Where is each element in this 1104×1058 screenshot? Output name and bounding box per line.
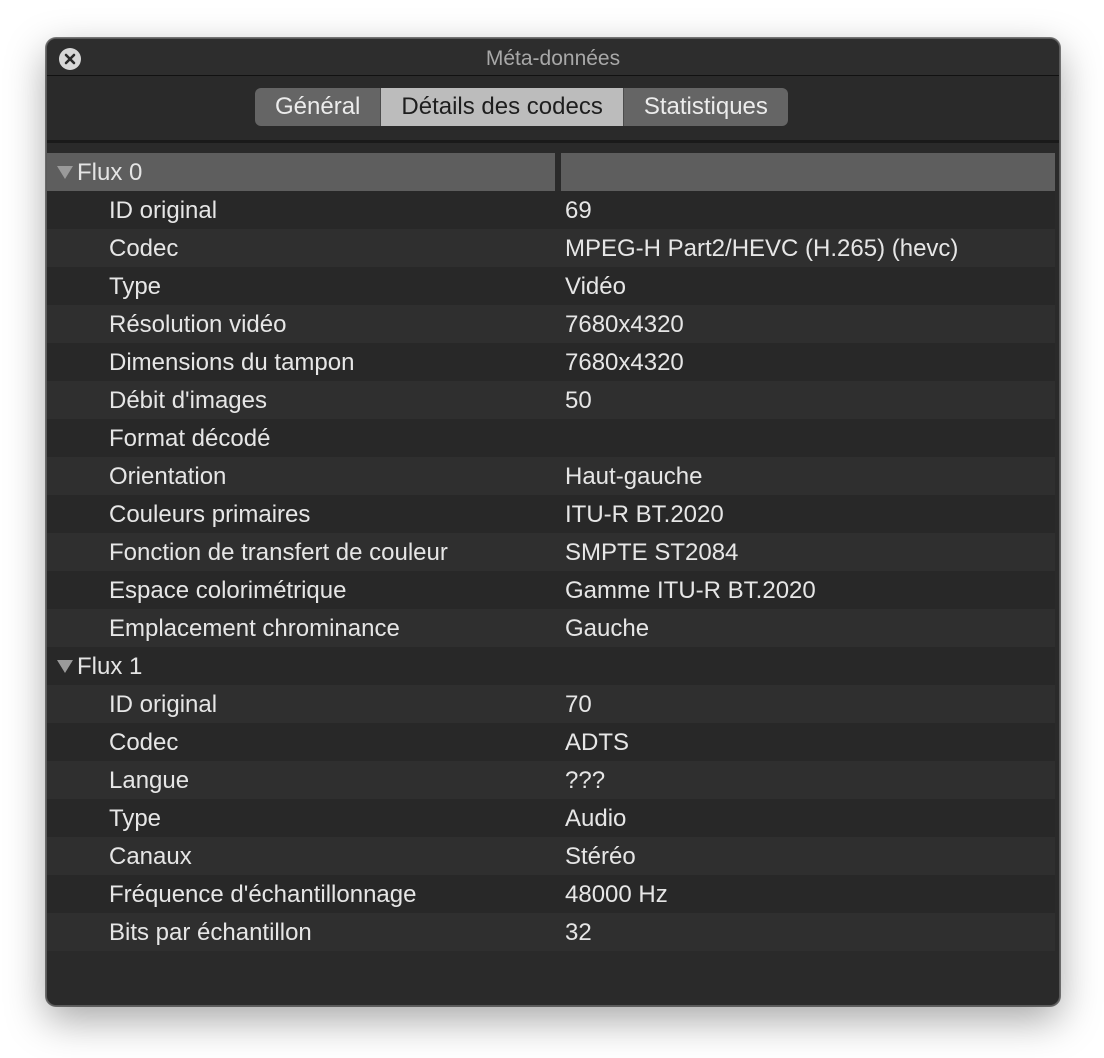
metadata-row[interactable]: Fonction de transfert de couleur SMPTE ST… — [47, 533, 1055, 571]
metadata-value: Vidéo — [565, 273, 626, 300]
metadata-value: Haut-gauche — [565, 463, 703, 490]
metadata-value: Gamme ITU-R BT.2020 — [565, 577, 816, 604]
metadata-key: Débit d'images — [109, 387, 267, 414]
metadata-key: Type — [109, 273, 162, 300]
metadata-value: Stéréo — [565, 843, 636, 870]
metadata-key: Type — [109, 805, 162, 832]
metadata-key: Fréquence d'échantillonnage — [109, 881, 417, 908]
metadata-key: Orientation — [109, 463, 227, 490]
metadata-key: Codec — [109, 235, 179, 262]
metadata-key: Fonction de transfert de couleur — [109, 539, 448, 566]
metadata-row[interactable]: Orientation Haut-gauche — [47, 457, 1055, 495]
metadata-value: ITU-R BT.2020 — [565, 501, 724, 528]
metadata-row[interactable]: Débit d'images 50 — [47, 381, 1055, 419]
metadata-row[interactable]: ID original 69 — [47, 191, 1055, 229]
metadata-value: 48000 Hz — [565, 881, 668, 908]
metadata-key: Couleurs primaires — [109, 501, 311, 528]
column-divider — [555, 153, 561, 191]
metadata-key: Emplacement chrominance — [109, 615, 400, 642]
tab-general[interactable]: Général — [255, 88, 382, 126]
metadata-value: 69 — [565, 197, 592, 224]
metadata-value: 7680x4320 — [565, 349, 684, 376]
metadata-row[interactable]: Fréquence d'échantillonnage 48000 Hz — [47, 875, 1055, 913]
metadata-key: Format décodé — [109, 425, 271, 452]
tab-bar: Général Détails des codecs Statistiques — [255, 88, 788, 126]
metadata-row[interactable]: Résolution vidéo 7680x4320 — [47, 305, 1055, 343]
metadata-key: Résolution vidéo — [109, 311, 287, 338]
metadata-value: MPEG-H Part2/HEVC (H.265) (hevc) — [565, 235, 959, 262]
metadata-row[interactable]: ID original 70 — [47, 685, 1055, 723]
metadata-key: Dimensions du tampon — [109, 349, 355, 376]
metadata-key: Langue — [109, 767, 190, 794]
tab-codec-details[interactable]: Détails des codecs — [381, 88, 624, 126]
header-separator — [47, 140, 1059, 143]
metadata-value: ??? — [565, 767, 606, 794]
metadata-row[interactable]: Codec ADTS — [47, 723, 1055, 761]
stream-group-row[interactable]: Flux 0 — [47, 153, 1055, 191]
metadata-key: Codec — [109, 729, 179, 756]
metadata-key: ID original — [109, 691, 218, 718]
stream-label: Flux 1 — [77, 653, 143, 680]
metadata-key: Bits par échantillon — [109, 919, 312, 946]
metadata-row[interactable]: Espace colorimétrique Gamme ITU-R BT.2020 — [47, 571, 1055, 609]
metadata-value: 50 — [565, 387, 592, 414]
disclosure-triangle-icon[interactable] — [57, 660, 73, 673]
stream-label: Flux 0 — [77, 159, 143, 186]
metadata-row[interactable]: Bits par échantillon 32 — [47, 913, 1055, 951]
title-bar[interactable]: Méta-données — [47, 39, 1059, 75]
disclosure-triangle-icon[interactable] — [57, 166, 73, 179]
metadata-value: SMPTE ST2084 — [565, 539, 739, 566]
metadata-value: 7680x4320 — [565, 311, 684, 338]
metadata-row[interactable]: Dimensions du tampon 7680x4320 — [47, 343, 1055, 381]
metadata-window: Méta-données Général Détails des codecs … — [46, 38, 1060, 1006]
metadata-key: Espace colorimétrique — [109, 577, 347, 604]
tab-statistics[interactable]: Statistiques — [624, 88, 788, 126]
metadata-value: 70 — [565, 691, 592, 718]
metadata-row[interactable]: Couleurs primaires ITU-R BT.2020 — [47, 495, 1055, 533]
stream-group-row[interactable]: Flux 1 — [47, 647, 1055, 685]
metadata-value: 32 — [565, 919, 592, 946]
metadata-value: ADTS — [565, 729, 630, 756]
metadata-row[interactable]: Canaux Stéréo — [47, 837, 1055, 875]
window-title: Méta-données — [485, 47, 621, 70]
toolbar-divider — [47, 75, 1059, 76]
metadata-key: Canaux — [109, 843, 192, 870]
metadata-row[interactable]: Type Vidéo — [47, 267, 1055, 305]
metadata-value: Gauche — [565, 615, 650, 642]
metadata-row[interactable]: Type Audio — [47, 799, 1055, 837]
metadata-key: ID original — [109, 197, 218, 224]
metadata-row[interactable]: Langue??? — [47, 761, 1055, 799]
metadata-tree: Flux 0 ID original 69 Codec MPEG-H Part2/HEV… — [47, 153, 1059, 951]
metadata-value: Audio — [565, 805, 627, 832]
metadata-row[interactable]: Codec MPEG-H Part2/HEVC (H.265) (hevc) — [47, 229, 1055, 267]
metadata-row[interactable]: Format décodé — [47, 419, 1055, 457]
metadata-row[interactable]: Emplacement chrominance Gauche — [47, 609, 1055, 647]
